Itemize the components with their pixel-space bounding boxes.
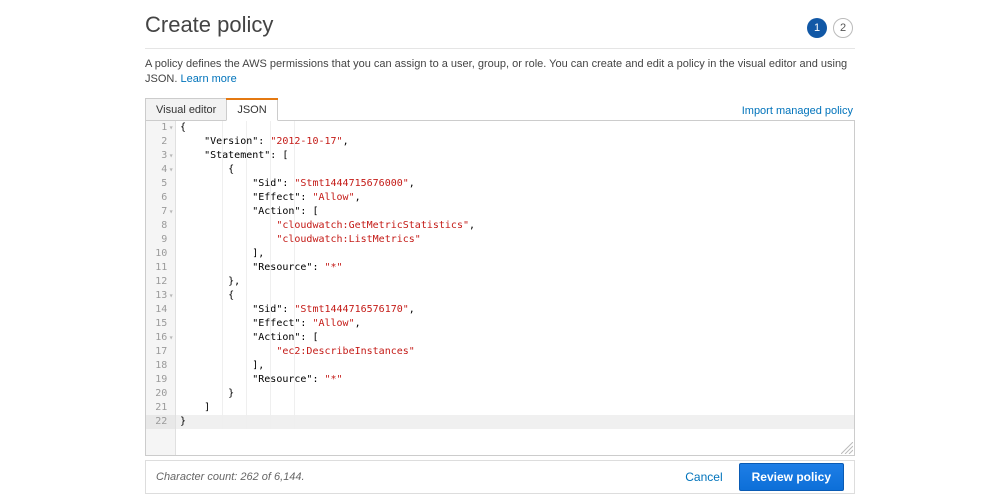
line-number: 11 — [146, 262, 167, 273]
code-line[interactable]: "Resource": "*" — [176, 261, 854, 275]
description-text: A policy defines the AWS permissions tha… — [145, 57, 855, 88]
code-line[interactable]: { — [176, 289, 854, 303]
line-number: 8 — [146, 220, 167, 231]
line-number: 1 — [146, 122, 167, 133]
editor-gutter: 1▾23▾4▾567▾8910111213▾141516▾17181920212… — [146, 121, 176, 455]
line-number: 14 — [146, 304, 167, 315]
import-managed-policy-link[interactable]: Import managed policy — [742, 105, 855, 121]
code-line[interactable]: "Effect": "Allow", — [176, 317, 854, 331]
resize-handle-icon[interactable] — [841, 442, 853, 454]
step-2[interactable]: 2 — [833, 18, 853, 38]
editor-code-area[interactable]: { "Version": "2012-10-17", "Statement": … — [176, 121, 854, 455]
line-number: 19 — [146, 374, 167, 385]
learn-more-link[interactable]: Learn more — [180, 73, 236, 85]
fold-toggle-icon[interactable]: ▾ — [167, 289, 175, 303]
page-title: Create policy — [145, 10, 273, 46]
code-line[interactable]: }, — [176, 275, 854, 289]
line-number: 6 — [146, 192, 167, 203]
code-line[interactable]: "ec2:DescribeInstances" — [176, 345, 854, 359]
cancel-button[interactable]: Cancel — [679, 466, 728, 488]
line-number: 3 — [146, 150, 167, 161]
line-number: 9 — [146, 234, 167, 245]
json-editor[interactable]: 1▾23▾4▾567▾8910111213▾141516▾17181920212… — [145, 120, 855, 456]
code-line[interactable]: ] — [176, 401, 854, 415]
line-number: 17 — [146, 346, 167, 357]
code-line[interactable]: { — [176, 121, 854, 135]
line-number: 21 — [146, 402, 167, 413]
line-number: 5 — [146, 178, 167, 189]
code-line[interactable]: "Sid": "Stmt1444716576170", — [176, 303, 854, 317]
line-number: 2 — [146, 136, 167, 147]
character-count: Character count: 262 of 6,144. — [156, 471, 305, 483]
fold-toggle-icon[interactable]: ▾ — [167, 205, 175, 219]
code-line[interactable]: "Statement": [ — [176, 149, 854, 163]
line-number: 15 — [146, 318, 167, 329]
line-number: 12 — [146, 276, 167, 287]
header-divider — [145, 48, 855, 49]
fold-toggle-icon[interactable]: ▾ — [167, 331, 175, 345]
line-number: 7 — [146, 206, 167, 217]
line-number: 4 — [146, 164, 167, 175]
code-line[interactable]: ], — [176, 247, 854, 261]
line-number: 16 — [146, 332, 167, 343]
tab-json[interactable]: JSON — [226, 98, 277, 121]
line-number: 13 — [146, 290, 167, 301]
code-line[interactable]: "Version": "2012-10-17", — [176, 135, 854, 149]
code-line[interactable]: "Sid": "Stmt1444715676000", — [176, 177, 854, 191]
line-number: 22 — [146, 416, 167, 427]
step-1: 1 — [807, 18, 827, 38]
wizard-steps: 1 2 — [807, 18, 855, 38]
fold-toggle-icon[interactable]: ▾ — [167, 121, 175, 135]
code-line[interactable]: "cloudwatch:ListMetrics" — [176, 233, 854, 247]
description-body: A policy defines the AWS permissions tha… — [145, 58, 847, 85]
code-line[interactable]: } — [176, 415, 854, 429]
fold-toggle-icon[interactable]: ▾ — [167, 149, 175, 163]
line-number: 10 — [146, 248, 167, 259]
code-line[interactable]: "cloudwatch:GetMetricStatistics", — [176, 219, 854, 233]
code-line[interactable]: { — [176, 163, 854, 177]
code-line[interactable]: "Action": [ — [176, 205, 854, 219]
tab-visual-editor[interactable]: Visual editor — [145, 98, 227, 121]
review-policy-button[interactable]: Review policy — [739, 463, 844, 491]
fold-toggle-icon[interactable]: ▾ — [167, 163, 175, 177]
code-line[interactable]: "Action": [ — [176, 331, 854, 345]
line-number: 18 — [146, 360, 167, 371]
code-line[interactable]: ], — [176, 359, 854, 373]
code-line[interactable]: } — [176, 387, 854, 401]
code-line[interactable]: "Resource": "*" — [176, 373, 854, 387]
line-number: 20 — [146, 388, 167, 399]
code-line[interactable]: "Effect": "Allow", — [176, 191, 854, 205]
